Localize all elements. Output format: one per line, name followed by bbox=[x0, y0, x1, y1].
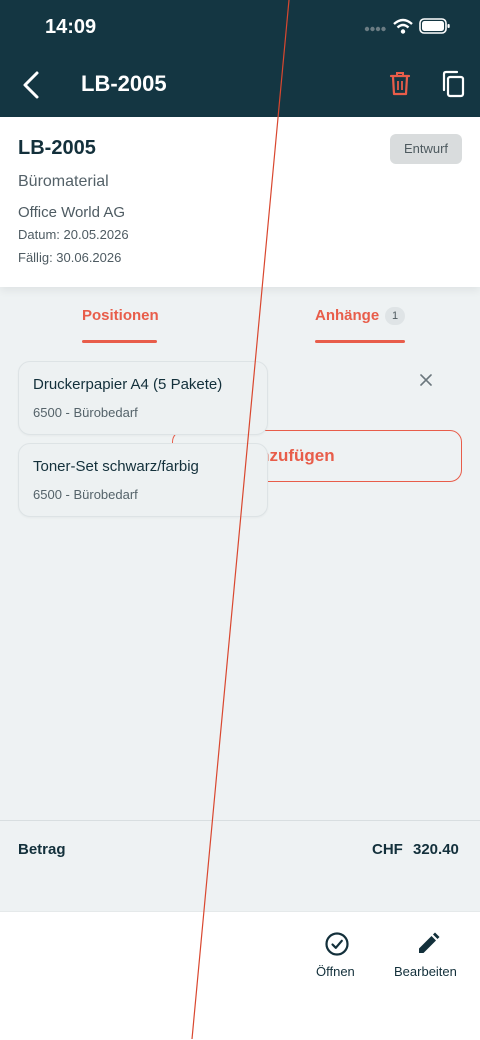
back-arrow-icon[interactable] bbox=[18, 68, 46, 102]
battery-icon bbox=[419, 18, 450, 34]
item-subtitle: 6500 - Bürobedarf bbox=[33, 405, 138, 420]
list-item[interactable]: Druckerpapier A4 (5 Pakete) 6500 - Bürob… bbox=[18, 361, 268, 435]
item-title: Toner-Set schwarz/farbig bbox=[33, 458, 199, 475]
check-circle-icon[interactable] bbox=[324, 931, 350, 957]
edit-button[interactable]: Bearbeiten bbox=[394, 964, 457, 979]
bottom-toolbar: Öffnen Bearbeiten bbox=[0, 911, 480, 1040]
wifi-icon bbox=[393, 18, 413, 34]
summary-divider bbox=[0, 820, 480, 821]
tab-positionen[interactable]: Positionen bbox=[82, 307, 159, 324]
open-button[interactable]: Öffnen bbox=[316, 964, 355, 979]
item-subtitle: 6500 - Bürobedarf bbox=[33, 487, 138, 502]
attachment-count-badge: 1 bbox=[385, 307, 405, 325]
document-date: Datum: 20.05.2026 bbox=[18, 227, 129, 242]
signal-icon bbox=[364, 26, 386, 32]
amount-label: Betrag bbox=[18, 841, 66, 858]
app-header: 14:09 LB-2005 bbox=[0, 0, 480, 117]
amount-currency: CHF bbox=[372, 841, 403, 858]
item-title: Druckerpapier A4 (5 Pakete) bbox=[33, 376, 223, 393]
status-time: 14:09 bbox=[45, 16, 97, 38]
document-category: Büromaterial bbox=[18, 173, 109, 190]
tab-anhaenge-indicator bbox=[315, 340, 405, 343]
due-date: Fällig: 30.06.2026 bbox=[18, 250, 122, 265]
trash-icon[interactable] bbox=[387, 70, 413, 98]
page-title: LB-2005 bbox=[81, 71, 167, 96]
vendor-name: Office World AG bbox=[18, 204, 125, 221]
status-badge: Entwurf bbox=[390, 134, 462, 164]
amount-value: 320.40 bbox=[413, 841, 459, 858]
tab-positionen-indicator bbox=[82, 340, 157, 343]
document-id: LB-2005 bbox=[18, 137, 96, 159]
list-item[interactable]: Toner-Set schwarz/farbig 6500 - Bürobeda… bbox=[18, 443, 268, 517]
tab-anhaenge[interactable]: Anhänge bbox=[315, 307, 379, 324]
close-icon[interactable] bbox=[416, 370, 436, 390]
pencil-icon[interactable] bbox=[415, 931, 441, 957]
copy-icon[interactable] bbox=[440, 70, 466, 98]
